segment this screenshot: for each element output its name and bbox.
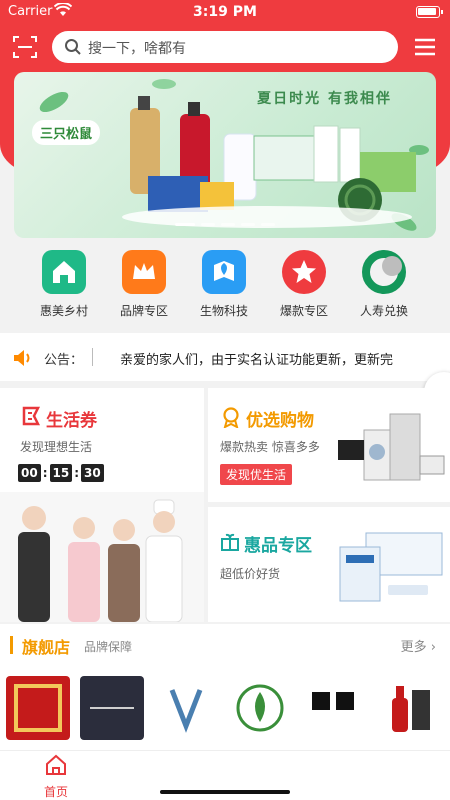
- preferred-shopping-title: 优选购物: [246, 411, 314, 431]
- health-product-image: [339, 532, 443, 602]
- category-item-biotech[interactable]: 生物科技: [184, 250, 264, 319]
- clock: 3:19 PM: [193, 4, 257, 20]
- flagship-subtitle: 品牌保障: [84, 640, 133, 654]
- category-item-brand[interactable]: 品牌专区: [104, 250, 184, 319]
- scan-icon: [13, 36, 37, 58]
- life-voucher-title: 生活券: [46, 411, 97, 431]
- service-staff-photo: [0, 492, 204, 622]
- banner-tagline: 夏日时光 有我相伴: [257, 91, 392, 107]
- deals-title: 惠品专区: [244, 536, 312, 556]
- shop-logo-bottle[interactable]: [376, 676, 440, 740]
- leaf-book-icon: [202, 250, 246, 294]
- announcement-text: 亲爱的家人们，由于实名认证功能更新，更新完: [120, 353, 394, 368]
- battery-icon: [416, 6, 443, 18]
- tab-home-label: 首页: [43, 785, 68, 799]
- crown-icon: [122, 250, 166, 294]
- jinxi-logo-icon: [14, 684, 62, 732]
- shop-logo-v[interactable]: [154, 676, 218, 740]
- countdown-timer: 00 : 15 : 30: [18, 464, 104, 482]
- gift-box-icon: [220, 532, 240, 556]
- leaf-logo-icon: [236, 684, 284, 732]
- category-item-village[interactable]: 惠美乡村: [24, 250, 104, 319]
- life-voucher-card[interactable]: 生活券 发现理想生活 00 : 15 : 30: [0, 388, 204, 622]
- red-bottle-icon: [392, 686, 430, 732]
- announcement-bar[interactable]: 公告： 亲爱的家人们，由于实名认证功能更新，更新完: [0, 333, 450, 381]
- preferred-shopping-card[interactable]: 优选购物 爆款热卖 惊喜多多 发现优生活: [208, 388, 450, 502]
- discover-life-button[interactable]: 发现优生活: [220, 464, 293, 485]
- life-insurance-logo-icon: [362, 250, 406, 294]
- search-placeholder: 搜一下，啥都有: [88, 41, 186, 57]
- category-item-insurance[interactable]: 人寿兑换: [344, 250, 424, 319]
- flagship-section-header: 旗舰店 品牌保障 更多 ›: [0, 624, 450, 666]
- preferred-shopping-subtitle: 爆款热卖 惊喜多多: [220, 440, 320, 454]
- voucher-icon: [20, 405, 42, 431]
- scan-button[interactable]: [12, 34, 38, 60]
- shop-logo-jinxi[interactable]: [6, 676, 70, 740]
- deals-card[interactable]: 惠品专区 超低价好货: [208, 507, 450, 622]
- shop-logo-anne[interactable]: [80, 676, 144, 740]
- search-icon: [64, 38, 82, 60]
- category-item-hot[interactable]: 爆款专区: [264, 250, 344, 319]
- menu-button[interactable]: [412, 34, 438, 60]
- anne-logo-icon: [90, 707, 134, 709]
- timer-hours: 00: [18, 464, 41, 482]
- tab-home[interactable]: 首页: [34, 753, 78, 800]
- category-label: 品牌专区: [119, 304, 168, 318]
- flagship-title: 旗舰店: [22, 638, 71, 657]
- speaker-icon: [12, 349, 34, 371]
- category-label: 爆款专区: [279, 304, 328, 318]
- house-leaf-icon: [42, 250, 86, 294]
- more-label: 更多: [400, 640, 427, 655]
- status-bar: Carrier 3:19 PM: [0, 0, 450, 24]
- more-link[interactable]: 更多 ›: [401, 636, 436, 655]
- announcement-label: 公告：: [44, 353, 84, 368]
- home-icon: [46, 754, 66, 775]
- life-voucher-subtitle: 发现理想生活: [20, 440, 93, 454]
- v-logo-icon: [169, 689, 203, 733]
- shop-logo-angang[interactable]: [302, 676, 366, 740]
- shop-logo-leaf[interactable]: [228, 676, 292, 740]
- angang-logo-icon: [312, 692, 354, 710]
- star-icon: [282, 250, 326, 294]
- menu-icon: [415, 38, 435, 56]
- promo-banner[interactable]: 夏日时光 有我相伴 三只松鼠: [14, 72, 436, 238]
- deals-subtitle: 超低价好货: [220, 567, 281, 581]
- banner-brand-logo: 三只松鼠: [32, 120, 101, 145]
- medal-icon: [220, 406, 242, 432]
- category-label: 生物科技: [199, 304, 248, 318]
- banner-pagination: [14, 211, 436, 230]
- search-input[interactable]: 搜一下，啥都有: [52, 31, 398, 63]
- category-label: 人寿兑换: [359, 304, 408, 318]
- appliances-image: [338, 413, 445, 481]
- timer-minutes: 15: [49, 464, 73, 482]
- chevron-right-icon: ›: [430, 640, 436, 655]
- home-indicator: [160, 790, 290, 794]
- flagship-shop-list: [0, 666, 450, 750]
- divider: [92, 348, 93, 366]
- category-label: 惠美乡村: [39, 304, 88, 318]
- timer-seconds: 30: [81, 464, 104, 482]
- category-row: 惠美乡村 品牌专区 生物科技 爆款专区 人寿兑换: [0, 244, 450, 328]
- section-accent-bar: [10, 636, 13, 654]
